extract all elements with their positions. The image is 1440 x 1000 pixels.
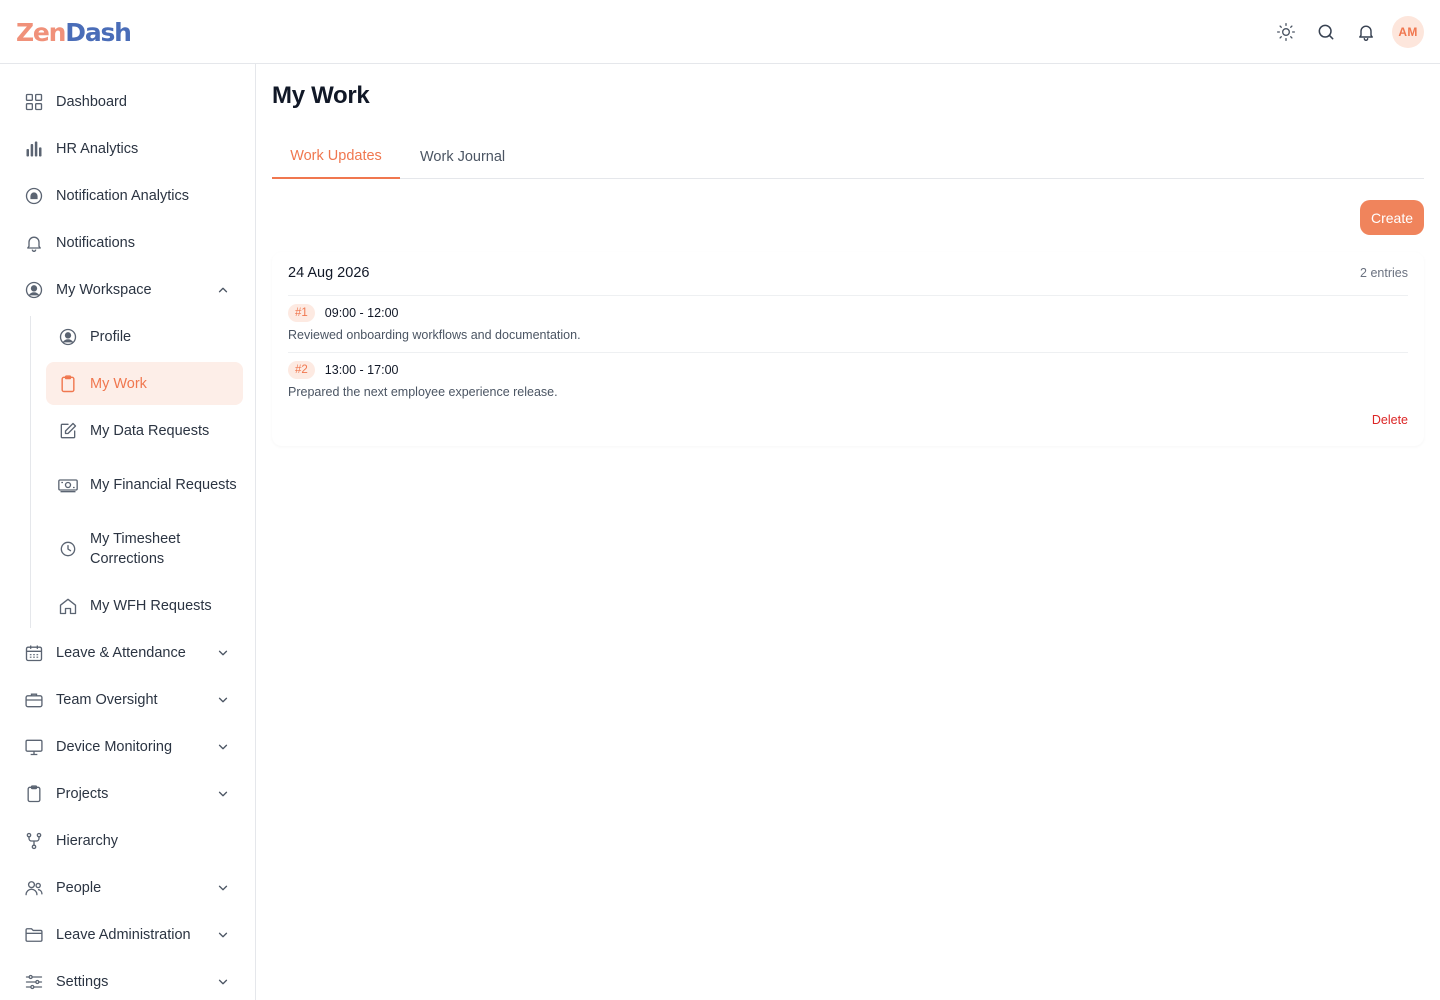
sidebar-item-leave-administration[interactable]: Leave Administration [12, 919, 243, 951]
sidebar-item-my-data-requests[interactable]: My Data Requests [46, 415, 243, 447]
sidebar-item-label: Leave & Attendance [56, 645, 186, 661]
chevron-down-icon[interactable] [213, 925, 233, 945]
entry-time-range: 13:00 - 17:00 [324, 363, 399, 377]
sidebar-item-label: People [56, 880, 102, 896]
folder-icon [22, 923, 46, 947]
divider [288, 295, 1408, 296]
sidebar-item-team-oversight[interactable]: Team Oversight [12, 684, 243, 716]
sidebar-item-label: My WFH Requests [90, 598, 212, 614]
entry-header: #1 09:00 - 12:00 [288, 304, 398, 322]
banknote-icon [56, 473, 80, 497]
theme-toggle-button[interactable] [1272, 16, 1300, 48]
clipboard-icon [56, 372, 80, 396]
sidebar-item-settings[interactable]: Settings [12, 966, 243, 998]
user-circle-icon [22, 278, 46, 302]
create-button[interactable]: Create [1360, 200, 1424, 235]
notification-analytics-icon [22, 184, 46, 208]
bar-chart-icon [22, 137, 46, 161]
briefcase-icon [22, 688, 46, 712]
sidebar-item-label: Profile [90, 329, 132, 345]
sidebar-item-label: Device Monitoring [56, 739, 173, 755]
top-actions: AM [1272, 16, 1424, 48]
sliders-icon [22, 970, 46, 994]
hierarchy-icon [22, 829, 46, 853]
sidebar-item-leave-attendance[interactable]: Leave & Attendance [12, 637, 243, 669]
work-update-group-card: 24 Aug 2026 2 entries #1 09:00 - 12:00 R… [272, 252, 1424, 446]
tab-work-updates[interactable]: Work Updates [272, 134, 400, 179]
sidebar-item-my-financial-requests[interactable]: My Financial Requests [46, 462, 243, 508]
sidebar-item-label: My Financial Requests [90, 477, 237, 493]
entry-description: Reviewed onboarding workflows and docume… [288, 328, 581, 342]
chevron-up-icon[interactable] [213, 280, 233, 300]
notifications-button[interactable] [1352, 16, 1380, 48]
page-title: My Work [272, 82, 370, 109]
entry-count: 2 entries [1360, 266, 1408, 280]
workspace-submenu-guide [30, 316, 31, 628]
clipboard-icon [22, 782, 46, 806]
sidebar-item-hr-analytics[interactable]: HR Analytics [12, 133, 243, 165]
chevron-down-icon[interactable] [213, 878, 233, 898]
tab-bar: Work Updates Work Journal [272, 134, 1424, 179]
entry-time-range: 09:00 - 12:00 [324, 306, 399, 320]
sidebar-item-my-work[interactable]: My Work [46, 362, 243, 405]
chevron-down-icon[interactable] [213, 737, 233, 757]
zendash-logo[interactable]: Zen Dash [16, 16, 132, 48]
sidebar-item-label: Notification Analytics [56, 188, 189, 204]
sidebar-item-notifications[interactable]: Notifications [12, 227, 243, 259]
sidebar-item-label: My Work [90, 375, 147, 392]
sidebar: Dashboard HR Analytics Notification Anal… [0, 64, 256, 1000]
sidebar-item-label: Notifications [56, 235, 135, 251]
sidebar-item-label: Team Oversight [56, 692, 158, 708]
chevron-down-icon[interactable] [213, 784, 233, 804]
monitor-icon [22, 735, 46, 759]
sidebar-item-label: Settings [56, 974, 109, 990]
logo-text-zen: Zen [16, 17, 66, 47]
group-date: 24 Aug 2026 [288, 265, 370, 281]
sidebar-item-profile[interactable]: Profile [46, 321, 243, 353]
search-button[interactable] [1312, 16, 1340, 48]
entry-description: Prepared the next employee experience re… [288, 385, 558, 399]
chevron-down-icon[interactable] [213, 690, 233, 710]
sidebar-item-label: Leave Administration [56, 927, 191, 943]
sidebar-item-notification-analytics[interactable]: Notification Analytics [12, 180, 243, 212]
logo-text-dash: Dash [65, 17, 132, 47]
sidebar-item-dashboard[interactable]: Dashboard [12, 86, 243, 118]
sidebar-item-label: My Timesheet Corrections [90, 531, 181, 567]
entry-number-badge: #2 [288, 361, 315, 379]
sidebar-item-label: My Data Requests [90, 423, 210, 439]
sidebar-item-label: Projects [56, 786, 109, 802]
tab-work-journal[interactable]: Work Journal [420, 134, 505, 179]
chevron-down-icon[interactable] [213, 643, 233, 663]
sidebar-item-my-wfh-requests[interactable]: My WFH Requests [46, 590, 243, 622]
home-icon [56, 594, 80, 618]
sidebar-item-label: My Workspace [56, 282, 152, 298]
sidebar-item-label: HR Analytics [56, 141, 139, 157]
entry-header: #2 13:00 - 17:00 [288, 361, 398, 379]
sidebar-item-label: Hierarchy [56, 833, 119, 849]
user-avatar[interactable]: AM [1392, 16, 1424, 48]
people-icon [22, 876, 46, 900]
grid-icon [22, 90, 46, 114]
sidebar-item-my-workspace[interactable]: My Workspace [12, 274, 243, 306]
sidebar-item-projects[interactable]: Projects [12, 778, 243, 810]
top-bar: Zen Dash AM [0, 0, 1440, 64]
sidebar-item-hierarchy[interactable]: Hierarchy [12, 825, 243, 857]
divider [288, 352, 1408, 353]
clock-icon [56, 537, 80, 561]
sun-icon [1277, 23, 1295, 41]
bell-icon [22, 231, 46, 255]
bell-icon [1359, 25, 1373, 41]
search-icon [1318, 24, 1334, 40]
sidebar-item-device-monitoring[interactable]: Device Monitoring [12, 731, 243, 763]
sidebar-item-label: Dashboard [56, 94, 127, 110]
calendar-icon [22, 641, 46, 665]
sidebar-item-people[interactable]: People [12, 872, 243, 904]
chevron-down-icon[interactable] [213, 972, 233, 992]
entry-number-badge: #1 [288, 304, 315, 322]
sidebar-item-my-timesheet-corrections[interactable]: My Timesheet Corrections [46, 526, 243, 572]
user-circle-icon [56, 325, 80, 349]
delete-button[interactable]: Delete [1372, 413, 1408, 427]
edit-icon [56, 419, 80, 443]
